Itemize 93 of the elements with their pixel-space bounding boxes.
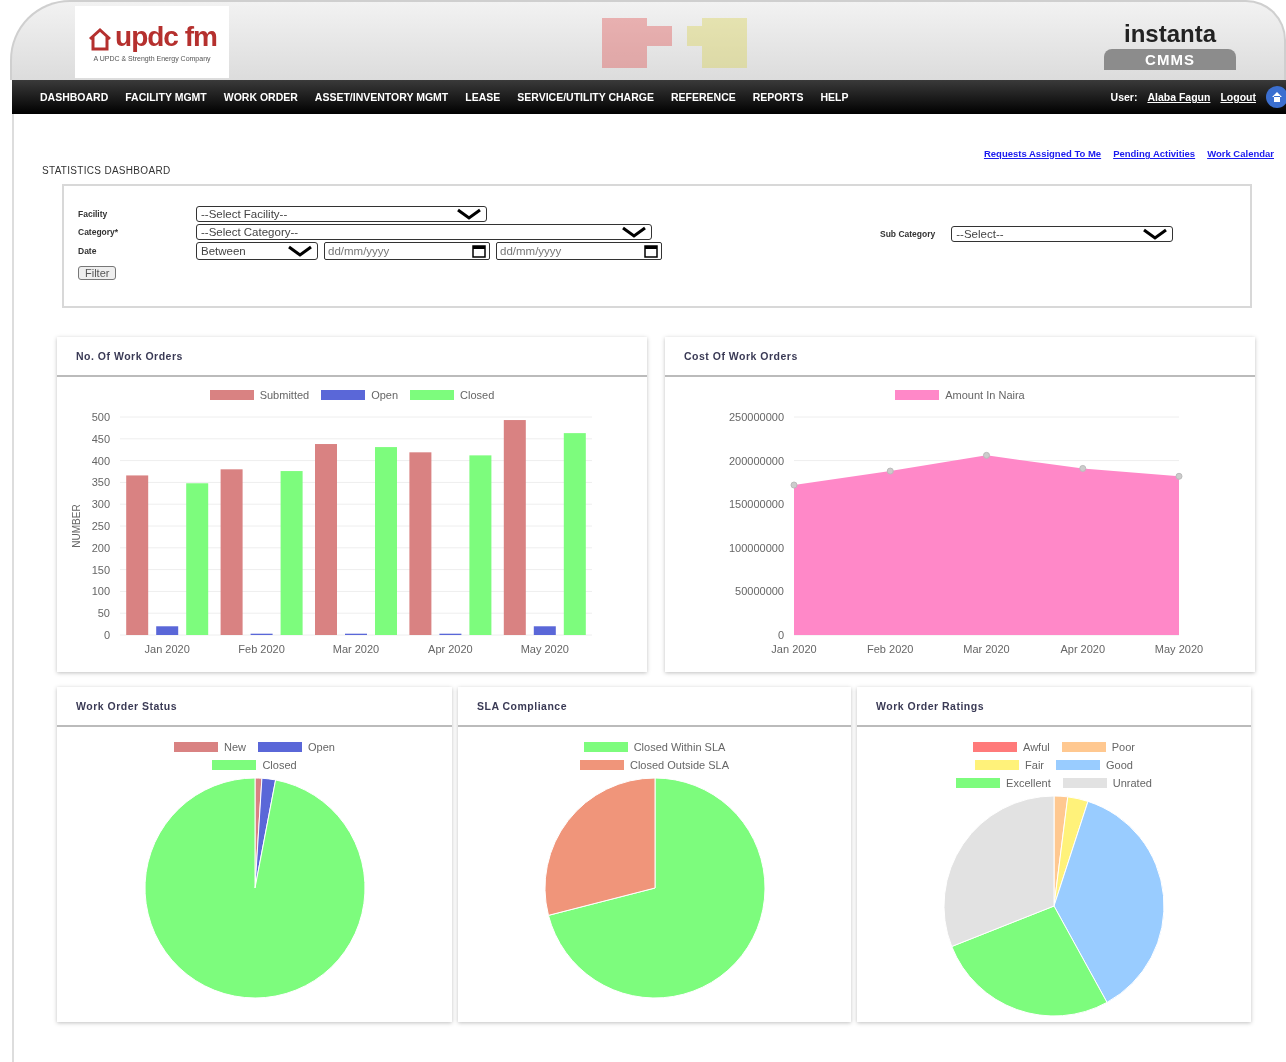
legend-label: Awful [1023,741,1050,753]
nav-item[interactable]: REFERENCE [670,91,736,103]
tick-label: 250 [91,520,110,532]
product-badge: CMMS [1104,49,1236,70]
nav-item[interactable]: HELP [820,91,849,103]
date-mode-dropdown[interactable]: Between [196,242,318,260]
tick-label: Jan 2020 [144,643,190,655]
bar [156,626,179,635]
category-dropdown[interactable]: --Select Category-- [196,224,652,240]
tick-label: Mar 2020 [963,643,1010,655]
legend-label: Closed [460,389,495,401]
filter-button[interactable]: Filter [78,266,117,280]
sub-category-dropdown[interactable]: --Select-- [951,226,1174,242]
tick-label: 50000000 [735,585,784,598]
chevron-down-icon [287,245,313,257]
tick-label: Apr 2020 [428,643,473,655]
tick-label: Apr 2020 [1060,643,1106,655]
tick-label: 200000000 [728,454,784,467]
tick-label: 500 [91,411,110,423]
card-title: No. Of Work Orders [57,337,647,377]
logout-link[interactable]: Logout [1220,91,1256,103]
nav-item[interactable]: LEASE [465,91,501,103]
quick-link[interactable]: Requests Assigned To Me [983,148,1102,159]
user-label: User: [1110,91,1138,103]
tick-label: Mar 2020 [332,643,380,655]
tick-label: Feb 2020 [867,643,914,655]
legend-label: Submitted [259,389,310,401]
date-field[interactable]: dd/mm/yyyy [496,242,662,260]
data-point [1175,472,1183,480]
field-label: Date [78,246,98,256]
legend-label: Excellent [1006,777,1051,789]
tick-label: 400 [91,454,110,467]
field-label: Sub Category [880,229,936,239]
data-point [886,467,894,475]
calendar-icon[interactable] [472,244,486,258]
bar [533,626,556,635]
logo-wordmark: updc fm [115,22,217,51]
chevron-down-icon [456,208,482,220]
legend-label: Open [371,389,399,401]
chevron-down-icon [621,226,647,238]
card-title: SLA Compliance [458,687,851,727]
quick-link[interactable]: Work Calendar [1207,148,1274,159]
quick-link[interactable]: Pending Activities [1113,148,1196,159]
chevron-down-icon [1142,228,1169,240]
card-title: Cost Of Work Orders [665,337,1255,377]
tick-label: 100000000 [728,541,784,554]
page-title: STATISTICS DASHBOARD [42,165,171,176]
tick-label: 250000000 [728,411,784,423]
tick-label: Feb 2020 [238,643,285,655]
nav-item[interactable]: DASHBOARD [40,91,109,103]
nav-item[interactable]: ASSET/INVENTORY MGMT [314,91,449,103]
brand-name: instanta [1124,22,1216,46]
legend-label: Fair [1025,759,1044,771]
card-title: Work Order Status [57,687,452,727]
tick-label: 300 [91,498,110,511]
nav-item[interactable]: SERVICE/UTILITY CHARGE [517,91,654,103]
legend-label: Amount In Naira [945,389,1025,401]
tick-label: 450 [91,432,110,445]
legend-label: Unrated [1112,777,1152,789]
tick-label: May 2020 [520,643,569,655]
legend-label: Closed Within SLA [633,741,726,753]
data-point [1079,464,1087,472]
tick-label: 0 [103,629,110,641]
tick-label: Jan 2020 [771,643,817,655]
tick-label: 150000000 [728,498,784,511]
data-point [983,451,990,459]
tick-label: 50 [97,607,110,620]
home-icon[interactable] [1266,86,1286,108]
legend-label: Open [308,741,335,753]
nav-item[interactable]: FACILITY MGMT [125,91,207,103]
tick-label: 200 [91,541,110,554]
legend-label: New [224,741,247,753]
legend-label: Closed [262,759,297,771]
tick-label: 0 [777,629,784,641]
house-icon [87,26,114,51]
field-label: Facility [78,209,109,219]
nav-item[interactable]: WORK ORDER [223,91,298,103]
facility-dropdown[interactable]: --Select Facility-- [196,206,487,222]
tick-label: May 2020 [1154,643,1204,655]
tick-label: 350 [91,476,110,489]
tick-label: 100 [91,585,110,598]
legend-label: Good [1106,759,1133,771]
legend-label: Poor [1111,741,1135,753]
field-label: Category* [78,227,120,237]
tick-label: 150 [91,563,110,576]
data-point [790,481,798,489]
axis-title: NUMBER [71,504,82,548]
calendar-icon[interactable] [644,244,658,258]
card-title: Work Order Ratings [857,687,1251,727]
nav-item[interactable]: REPORTS [752,91,804,103]
date-field[interactable]: dd/mm/yyyy [324,242,490,260]
legend-label: Closed Outside SLA [629,759,730,771]
user-name-link[interactable]: Alaba Fagun [1147,91,1211,103]
